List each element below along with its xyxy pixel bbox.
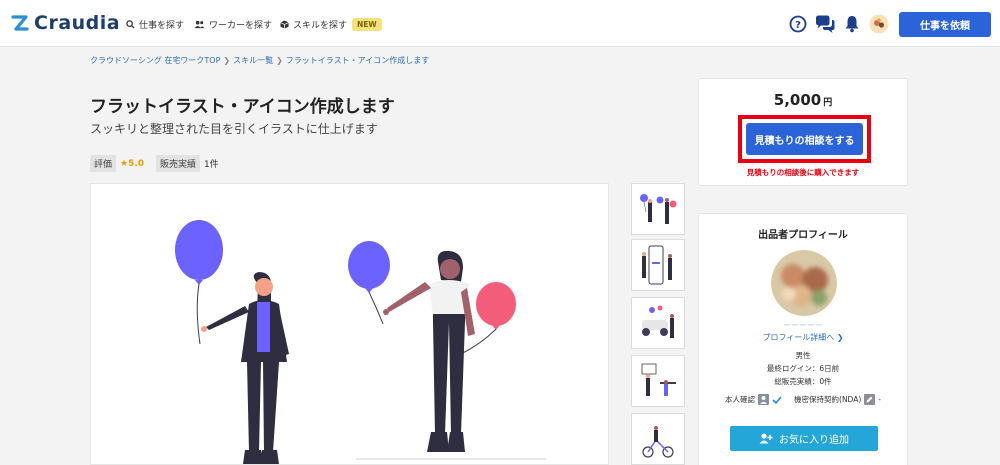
last-login: 最終ログイン：6日前 — [766, 364, 840, 373]
chat-icon[interactable] — [814, 13, 836, 35]
seller-avatar[interactable] — [771, 250, 837, 316]
thumbnail-3[interactable] — [631, 297, 685, 349]
breadcrumb-skills[interactable]: スキル一覧 — [233, 55, 273, 66]
service-meta: 評価 ★5.0 販売実績 1件 — [90, 155, 219, 172]
page-subtitle: スッキリと整理された目を引くイラストに仕上げます — [90, 122, 378, 136]
seller-profile-card: 出品者プロフィール ーーーーー プロフィール詳細へ ❯ 男性 最終ログイン：6日… — [698, 213, 908, 465]
nav-find-jobs-label: 仕事を探す — [139, 20, 185, 31]
profile-detail-label: プロフィール詳細へ — [762, 333, 835, 342]
chevron-right-icon: ❯ — [223, 56, 231, 65]
logo-mark-icon — [11, 15, 29, 31]
thumbnail-image — [641, 363, 676, 396]
price-card: 5,000 円 見積もりの相談をする 見積もりの相談後に購入できます — [698, 78, 908, 186]
price-value: 5,000 — [773, 91, 822, 109]
nav-find-workers[interactable]: ワーカーを探す — [194, 16, 272, 32]
profile-heading: 出品者プロフィール — [758, 230, 848, 241]
rating-value: ★5.0 — [120, 158, 145, 169]
breadcrumb-current[interactable]: フラットイラスト・アイコン作成します — [286, 55, 429, 66]
nda-pen-icon — [864, 394, 876, 405]
thumbnail-image — [642, 426, 674, 458]
craudia-logo[interactable]: Craudia — [9, 10, 120, 36]
seller-name[interactable]: ーーーーー — [699, 320, 907, 331]
request-quote-button[interactable]: 見積もりの相談をする — [746, 123, 863, 155]
thumbnail-image — [642, 245, 672, 285]
price-currency: 円 — [823, 98, 833, 108]
thumbnail-1[interactable] — [631, 183, 685, 235]
nav-find-skills[interactable]: スキルを探す NEW — [280, 16, 382, 32]
cube-icon — [280, 19, 289, 29]
quote-note: 見積もりの相談後に購入できます — [746, 168, 860, 177]
nav-find-skills-label: スキルを探す — [293, 20, 348, 31]
nav-find-jobs[interactable]: 仕事を探す — [126, 16, 184, 32]
profile-detail-link[interactable]: プロフィール詳細へ ❯ — [699, 332, 907, 343]
search-icon — [126, 19, 135, 29]
add-favorite-label: お気に入り追加 — [779, 435, 849, 446]
thumbnail-5[interactable] — [631, 413, 685, 465]
breadcrumb-home[interactable]: クラウドソーシング 在宅ワークTOP — [90, 55, 220, 66]
nda-label: 機密保持契約(NDA) — [794, 395, 862, 404]
post-job-button[interactable]: 仕事を依頼 — [899, 12, 991, 37]
identity-label: 本人確認 — [725, 395, 756, 404]
check-icon — [772, 395, 782, 404]
svg-text:?: ? — [795, 20, 801, 31]
chevron-right-icon: ❯ — [836, 333, 844, 342]
top-header: Craudia 仕事を探す ワーカーを探す スキルを探す NEW ? 仕事を依頼 — [0, 0, 1000, 47]
balloon-illustration — [175, 220, 546, 464]
bell-icon[interactable] — [841, 13, 863, 35]
sales-label: 販売実績 — [156, 155, 201, 172]
price-display: 5,000 円 — [699, 91, 907, 109]
thumbnail-image — [640, 194, 677, 224]
total-sales: 総販売実績：0件 — [774, 377, 832, 386]
nav-find-workers-label: ワーカーを探す — [209, 20, 273, 31]
user-avatar[interactable] — [868, 13, 890, 35]
thumbnail-2[interactable] — [631, 239, 685, 291]
thumbnail-4[interactable] — [631, 355, 685, 407]
chevron-right-icon: ❯ — [276, 56, 283, 65]
id-card-icon — [758, 394, 770, 405]
page-title: フラットイラスト・アイコン作成します — [90, 97, 395, 117]
breadcrumb: クラウドソーシング 在宅ワークTOP ❯ スキル一覧 ❯ フラットイラスト・アイ… — [90, 55, 429, 66]
logo-text: Craudia — [34, 12, 121, 34]
sales-value: 1件 — [204, 160, 219, 170]
users-icon — [194, 20, 205, 28]
nda-value: - — [878, 395, 881, 404]
seller-gender: 男性 — [795, 351, 811, 360]
rating-label: 評価 — [90, 155, 117, 172]
verification-row: 本人確認 機密保持契約(NDA) - — [699, 394, 907, 405]
add-favorite-button[interactable]: お気に入り追加 — [730, 426, 878, 451]
main-illustration — [90, 183, 609, 465]
add-user-icon — [759, 433, 773, 444]
help-icon[interactable]: ? — [787, 13, 809, 35]
thumbnail-image — [642, 305, 674, 338]
new-badge: NEW — [352, 17, 382, 31]
